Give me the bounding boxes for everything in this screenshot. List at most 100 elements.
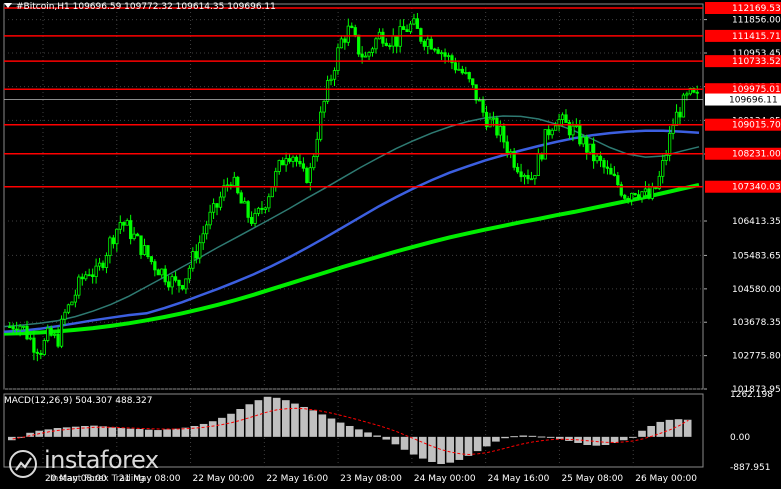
macd-bar (172, 428, 181, 437)
macd-indicator-label: MACD(12,26,9) 504.307 488.327 (4, 396, 153, 406)
candle-body (80, 276, 84, 280)
macd-bar (601, 436, 610, 446)
candle-body (267, 196, 271, 209)
candle-body (412, 18, 416, 25)
candle-body (263, 207, 268, 210)
candle-body (139, 235, 143, 255)
macd-tick-label: 0.00 (730, 433, 750, 443)
candle-body (191, 251, 195, 269)
macd-bar (619, 436, 628, 441)
candle-body (605, 166, 610, 169)
macd-bar (199, 423, 208, 437)
time-tick-label: 24 May 16:00 (488, 474, 550, 484)
macd-bar (519, 435, 528, 437)
candle-body (612, 173, 616, 176)
candle-body (598, 155, 603, 161)
candle-body (436, 49, 440, 54)
candle-body (578, 125, 582, 145)
candle-body (336, 47, 340, 71)
macd-bar (665, 419, 674, 437)
candle-body (609, 167, 613, 175)
candle-body (101, 262, 105, 269)
candle-body (239, 192, 243, 204)
time-tick-label: 26 May 00:00 (635, 474, 697, 484)
candle-body (650, 186, 654, 199)
symbol-ohlc-text: #Bitcoin,H1 109696.59 109772.32 109614.3… (16, 2, 276, 12)
candle-body (39, 353, 43, 355)
macd-bar (336, 422, 345, 437)
macd-bar (99, 426, 107, 437)
candle-body (325, 80, 330, 102)
candle-body (457, 68, 461, 71)
candle-body (339, 38, 344, 49)
macd-bar (473, 436, 482, 452)
candle-body (381, 31, 385, 44)
level-label: 107340.03 (732, 183, 781, 193)
candle-body (111, 237, 116, 245)
macd-bar (126, 428, 135, 437)
candle-body (602, 160, 606, 168)
candle-body (35, 351, 39, 354)
macd-bar (482, 436, 491, 447)
candle-body (350, 25, 354, 28)
candle-body (636, 194, 641, 199)
candle-body (498, 125, 502, 136)
candle-body (519, 171, 523, 178)
candle-body (467, 72, 471, 80)
macd-bar (391, 436, 400, 445)
candle-body (357, 34, 361, 55)
candle-body (588, 143, 592, 153)
candle-body (429, 38, 433, 50)
candle-body (229, 184, 233, 187)
candle-body (343, 38, 347, 43)
candle-body (474, 84, 478, 101)
candle-body (56, 333, 60, 347)
candle-body (626, 197, 630, 201)
candle-body (91, 274, 95, 277)
candle-body (460, 68, 464, 74)
candle-body (11, 326, 15, 330)
level-label: 108231.00 (732, 150, 781, 160)
candle-body (433, 48, 437, 51)
candle-body (70, 301, 74, 306)
candle-body (308, 167, 312, 183)
macd-tick-label: -887.951 (730, 463, 770, 473)
macd-bar (154, 430, 162, 437)
candle-body (395, 35, 399, 47)
candle-body (360, 53, 364, 58)
candle-body (153, 261, 157, 271)
price-tick-label: 103678.35 (732, 318, 781, 328)
ma-slow-line (3, 182, 700, 336)
macd-bar (629, 436, 637, 438)
candle-body (201, 233, 205, 244)
candle-body (49, 327, 53, 336)
macd-bar (44, 429, 53, 437)
macd-bar (501, 436, 509, 439)
candle-body (294, 156, 299, 162)
candle-body (246, 201, 250, 218)
macd-bar (373, 435, 381, 437)
candle-body (132, 233, 136, 240)
candle-body (363, 55, 368, 58)
candle-body (630, 193, 634, 201)
candle-body (401, 26, 406, 30)
macd-bar (400, 436, 409, 450)
candle-body (419, 28, 423, 42)
candle-body (32, 337, 36, 353)
candle-body (87, 274, 91, 277)
candle-body (187, 267, 192, 280)
candle-body (28, 337, 33, 340)
macd-bar (218, 417, 226, 437)
candle-body (439, 52, 444, 55)
candle-body (671, 125, 675, 134)
candle-body (94, 265, 98, 277)
watermark-tagline: Instant Forex Trading (50, 474, 145, 484)
candle-body (42, 340, 46, 355)
trading-chart[interactable]: 20 May 08:00 21 May 08:00 22 May 00:00 22 M… (0, 0, 781, 489)
collapse-triangle-icon[interactable] (4, 3, 12, 8)
candle-body (198, 242, 202, 259)
macd-bar (546, 436, 555, 438)
candle-body (104, 255, 109, 269)
candle-body (270, 186, 274, 198)
macd-bar (364, 432, 372, 437)
